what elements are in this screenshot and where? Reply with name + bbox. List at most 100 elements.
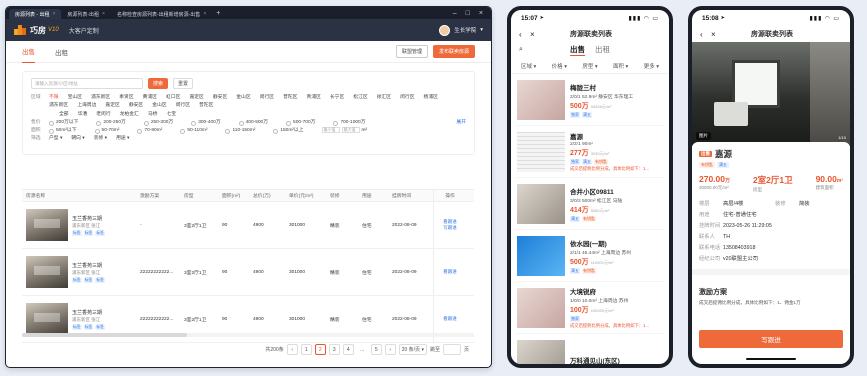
- house-thumbnail[interactable]: [26, 256, 68, 288]
- maximize-icon[interactable]: □: [466, 10, 470, 17]
- district-option[interactable]: 闵行区: [260, 94, 274, 102]
- district-option[interactable]: 杨浦区: [424, 94, 438, 102]
- subarea-option[interactable]: 马桥: [148, 111, 158, 119]
- subarea-option[interactable]: 老闵行: [96, 111, 110, 119]
- more-filter-dropdown[interactable]: 朝向 ▾: [71, 135, 84, 143]
- district-option[interactable]: 普陀区: [199, 102, 213, 110]
- back-icon[interactable]: ‹: [519, 30, 530, 39]
- tab-rent[interactable]: 出租: [55, 41, 68, 63]
- list-item[interactable]: 万科通见山(东区): [517, 334, 663, 364]
- house-name[interactable]: 玉兰香苑三期: [72, 309, 105, 316]
- district-option[interactable]: 徐汇区: [377, 94, 391, 102]
- price-option[interactable]: 500-700万: [286, 119, 315, 127]
- list-item[interactable]: 大境锐府 1/0/0 10.0m² 上海周边 苏州 100万 100000元/m² 独家…: [517, 282, 663, 334]
- search-icon[interactable]: ⌕: [519, 46, 533, 54]
- close-icon[interactable]: ×: [102, 11, 105, 17]
- listing-photo[interactable]: 图片 1/10: [692, 42, 850, 146]
- district-option[interactable]: 青浦区: [306, 94, 320, 102]
- back-icon[interactable]: ‹: [700, 30, 711, 39]
- list-item[interactable]: 合井小区09811 3/0/2 500m² 松江区 马陆 414万 8280元/m² 满…: [517, 178, 663, 230]
- close-icon[interactable]: ×: [52, 11, 55, 17]
- close-icon[interactable]: ×: [203, 11, 206, 17]
- action-link[interactable]: 看跟进: [443, 316, 457, 322]
- page-number[interactable]: 1: [300, 344, 312, 355]
- list-item[interactable]: 梅陇三村 2/0/1 52.9m² 静安区 华东理工 500万 94408元/m² 独家…: [517, 74, 663, 126]
- area-option[interactable]: 90-110m²: [180, 127, 207, 135]
- prev-page-icon[interactable]: ‹: [286, 344, 298, 355]
- page-size-select[interactable]: 20 条/页 ▾: [398, 344, 427, 355]
- area-option[interactable]: 50m²以下: [49, 127, 77, 135]
- district-option[interactable]: 金山区: [236, 94, 250, 102]
- district-option[interactable]: 奉贤区: [119, 94, 133, 102]
- filter-dropdown[interactable]: 面积 ▾: [613, 62, 628, 70]
- district-option[interactable]: 长宁区: [330, 94, 344, 102]
- action-link[interactable]: 写跟进: [443, 225, 457, 231]
- district-option[interactable]: 上海周边: [77, 102, 96, 110]
- list-item[interactable]: 嘉源 2/2/1 90m² 277万 3030元/m² 独家 满五 有钥匙 成交后提佣比例分成…: [517, 126, 663, 178]
- area-option[interactable]: 150m²以上: [273, 127, 304, 135]
- area-max-input[interactable]: 最大值: [341, 127, 360, 134]
- district-option[interactable]: 普陀区: [283, 94, 297, 102]
- browser-tab[interactable]: 房源列表-出租 ×: [61, 9, 111, 19]
- subarea-option[interactable]: 七宝: [166, 111, 176, 119]
- subarea-option[interactable]: 全部: [59, 111, 69, 119]
- filter-dropdown[interactable]: 区域 ▾: [521, 62, 536, 70]
- price-option[interactable]: 200-250万: [96, 119, 126, 127]
- scrollbar-thumb[interactable]: [22, 333, 187, 337]
- price-option[interactable]: 400-500万: [238, 119, 268, 127]
- minimize-icon[interactable]: –: [453, 10, 457, 17]
- expand-link[interactable]: 展开: [456, 119, 466, 127]
- district-option[interactable]: 嘉定区: [105, 102, 119, 110]
- house-name[interactable]: 玉兰香苑三期: [72, 215, 105, 222]
- more-filter-dropdown[interactable]: 用途 ▾: [116, 135, 129, 143]
- district-option[interactable]: 浦东新区: [49, 102, 68, 110]
- house-name[interactable]: 玉兰香苑三期: [72, 262, 105, 269]
- area-option[interactable]: 70-90m²: [137, 127, 162, 135]
- area-option[interactable]: 50-70m²: [94, 127, 119, 135]
- house-thumbnail[interactable]: [26, 303, 68, 335]
- filter-dropdown[interactable]: 价格 ▾: [552, 62, 567, 70]
- subarea-option[interactable]: 龙柏金汇: [120, 111, 139, 119]
- write-followup-button[interactable]: 写跟进: [699, 330, 843, 348]
- district-option[interactable]: 闵行区: [176, 102, 190, 110]
- list-item[interactable]: 依水园(一期) 2/1/1 45.44m² 上海周边 苏州 500万 110000元/…: [517, 230, 663, 282]
- price-option[interactable]: 200万以下: [49, 119, 78, 127]
- district-option[interactable]: 松江区: [353, 94, 367, 102]
- tab-sale[interactable]: 出售: [22, 41, 35, 63]
- tab-sale[interactable]: 出售: [570, 44, 585, 56]
- page-number[interactable]: 3: [328, 344, 340, 355]
- next-page-icon[interactable]: ›: [384, 344, 396, 355]
- area-option[interactable]: 110-150m²: [225, 127, 255, 135]
- district-option[interactable]: 闵行区: [400, 94, 414, 102]
- alliance-manage-button[interactable]: 联盟管理: [395, 45, 428, 58]
- publish-listing-button[interactable]: 发布联卖房源: [432, 45, 475, 58]
- table-row[interactable]: 玉兰香苑三期 浦东新区 张江 标签 标签 标签 22222222222... 3室2厅1卫 9…: [22, 249, 474, 296]
- browser-tab[interactable]: 名称检查房源列表-出租新增房源-出售 ×: [111, 9, 212, 19]
- close-icon[interactable]: ×: [711, 30, 722, 39]
- more-filter-dropdown[interactable]: 装修 ▾: [94, 135, 107, 143]
- user-menu[interactable]: 生长学院 ▾: [439, 24, 483, 36]
- district-option[interactable]: 虹口区: [166, 94, 180, 102]
- district-option[interactable]: 静安区: [213, 94, 227, 102]
- district-option[interactable]: 静安区: [129, 102, 143, 110]
- district-option[interactable]: 黄浦区: [143, 94, 157, 102]
- jump-input[interactable]: [442, 344, 461, 355]
- house-thumbnail[interactable]: [26, 209, 68, 241]
- new-tab-icon[interactable]: +: [212, 10, 224, 17]
- district-option[interactable]: 宝山区: [68, 94, 82, 102]
- subarea-option[interactable]: 华漕: [78, 111, 88, 119]
- search-input[interactable]: 请输入房源/小区/地址: [31, 78, 143, 89]
- search-button[interactable]: 搜索: [148, 78, 168, 89]
- page-number[interactable]: 2: [314, 344, 326, 355]
- district-option[interactable]: 金山区: [152, 102, 166, 110]
- close-icon[interactable]: ×: [530, 30, 541, 39]
- price-option[interactable]: 250-300万: [143, 119, 173, 127]
- horizontal-scrollbar[interactable]: [22, 333, 474, 337]
- page-number[interactable]: 5: [370, 344, 382, 355]
- price-option[interactable]: 300-400万: [191, 119, 221, 127]
- page-number[interactable]: 4: [342, 344, 354, 355]
- district-option[interactable]: 不限: [49, 94, 59, 102]
- action-link[interactable]: 看跟进: [443, 269, 457, 275]
- close-window-icon[interactable]: ×: [479, 10, 483, 17]
- reset-button[interactable]: 重置: [173, 78, 193, 89]
